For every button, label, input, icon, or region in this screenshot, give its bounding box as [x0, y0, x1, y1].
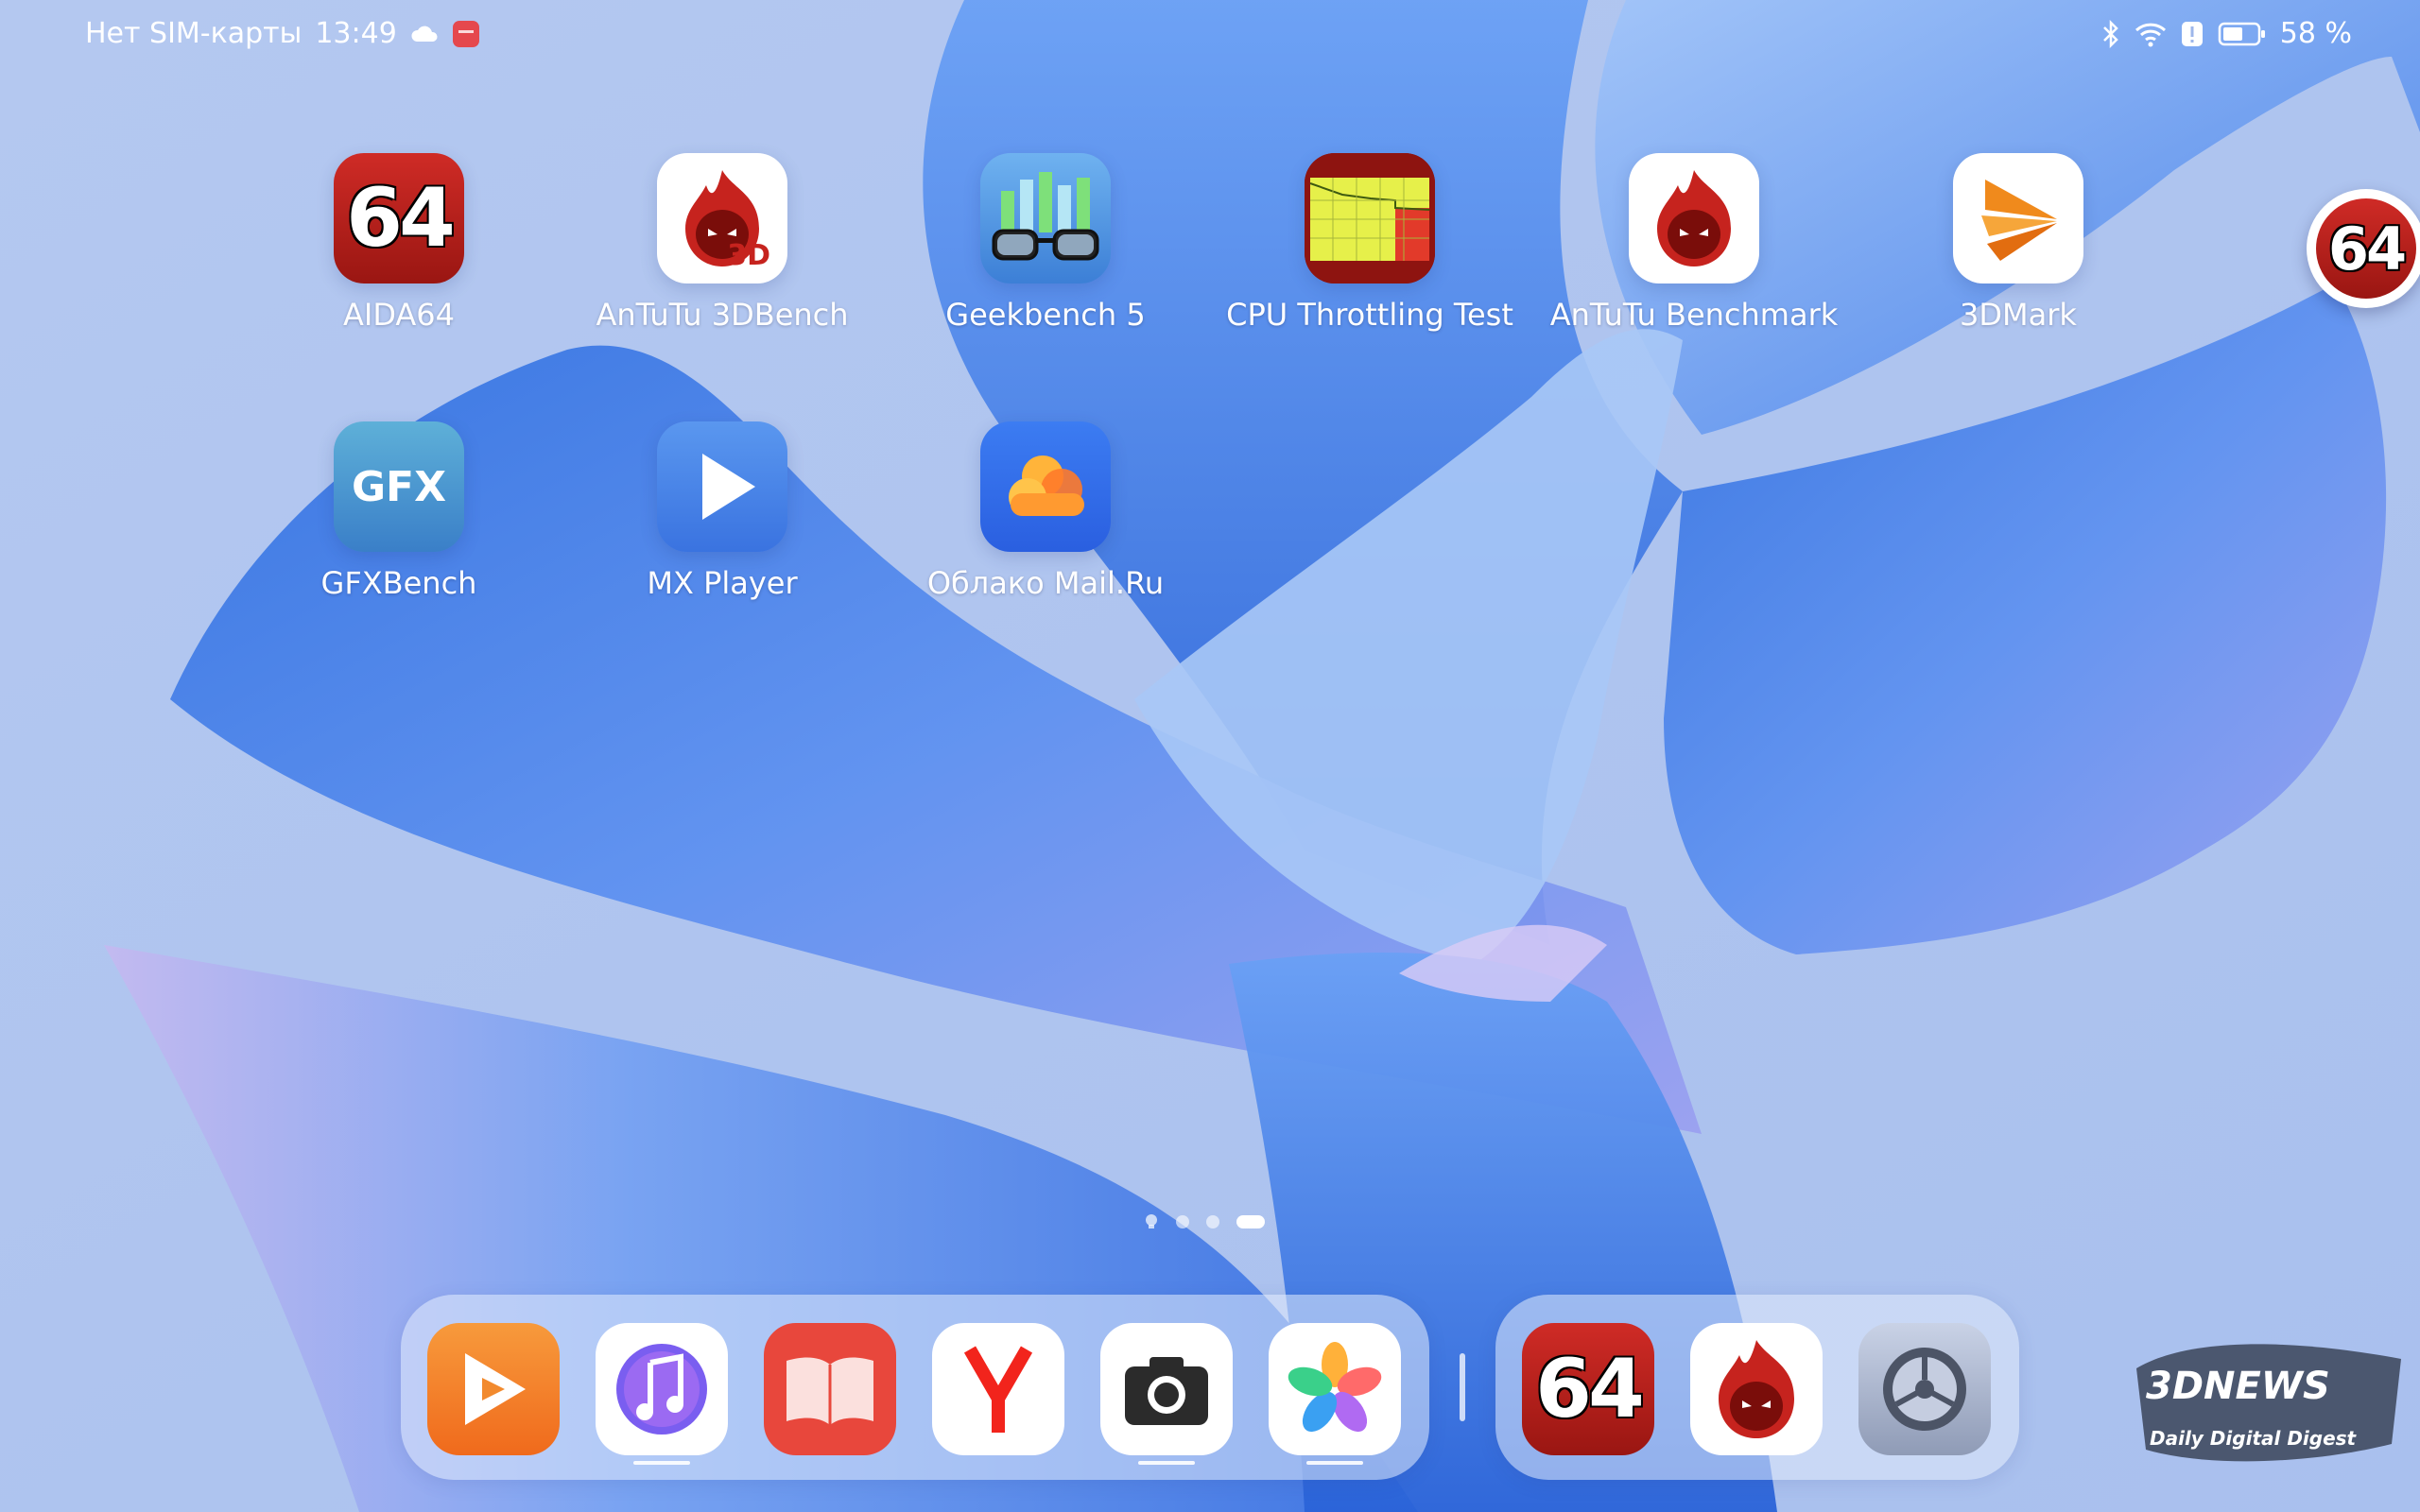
camera-glyph — [1125, 1357, 1208, 1425]
page-indicator[interactable] — [1144, 1213, 1265, 1230]
books-icon[interactable] — [764, 1323, 896, 1455]
antutu-flame-icon — [1657, 170, 1731, 266]
running-indicator — [1306, 1461, 1363, 1465]
app-label: CPU Throttling Test — [1226, 297, 1513, 333]
app-label: GFXBench — [320, 565, 477, 601]
running-indicator — [1138, 1461, 1195, 1465]
page-dot-active[interactable] — [1236, 1215, 1265, 1228]
app-mail-cloud[interactable]: Облако Mail.Ru — [894, 421, 1197, 601]
huawei-video-icon[interactable] — [427, 1323, 560, 1455]
aida64-icon: 64 — [334, 153, 464, 284]
mx-player-icon — [657, 421, 787, 552]
status-bar: Нет SIM-карты 13:49 58 % — [0, 0, 2420, 70]
gfx-text: GFX — [351, 462, 447, 511]
app-gfxbench[interactable]: GFX GFXBench — [248, 421, 550, 601]
app-label: AnTuTu Benchmark — [1549, 297, 1839, 333]
dock-separator — [1460, 1353, 1465, 1421]
gfxbench-icon: GFX — [334, 421, 464, 552]
page-dot[interactable] — [1206, 1215, 1219, 1228]
battery-icon — [2218, 22, 2265, 45]
antutu-icon[interactable] — [1690, 1323, 1823, 1455]
app-mx-player[interactable]: MX Player — [571, 421, 873, 601]
antutu-flame-glyph — [1719, 1340, 1794, 1438]
aida64-icon-text: 64 — [346, 171, 456, 266]
page-dot[interactable] — [1176, 1215, 1189, 1228]
play-icon — [702, 454, 755, 520]
cloud-icon — [1009, 455, 1084, 516]
app-cpu-throttling-test[interactable]: CPU Throttling Test — [1219, 153, 1521, 333]
bubble-text: 64 — [2327, 214, 2407, 284]
settings-icon[interactable] — [1858, 1323, 1991, 1455]
dock-recent: 64 — [1495, 1295, 2019, 1480]
app-label: 3DMark — [1960, 297, 2077, 333]
status-left: Нет SIM-карты 13:49 — [85, 17, 480, 50]
3d-badge: 3D — [727, 239, 770, 272]
app-label: AnTuTu 3DBench — [596, 297, 849, 333]
yandex-y-glyph — [963, 1346, 1033, 1433]
video-play-glyph — [465, 1353, 526, 1425]
gallery-flower-glyph — [1288, 1342, 1382, 1433]
app-antutu-3dbench[interactable]: 3D AnTuTu 3DBench — [571, 153, 873, 333]
app-label: AIDA64 — [342, 297, 455, 333]
floating-app-bubble[interactable]: 64 — [2307, 189, 2420, 308]
clock: 13:49 — [315, 17, 397, 50]
geekbench-glasses-icon — [992, 172, 1099, 261]
mail-cloud-icon — [980, 421, 1111, 552]
alert-icon — [2181, 21, 2203, 46]
cpu-throttling-icon — [1305, 153, 1435, 284]
dock-favorites — [401, 1295, 1429, 1480]
gallery-icon[interactable] — [1269, 1323, 1401, 1455]
app-aida64[interactable]: 64 AIDA64 — [248, 153, 550, 333]
status-right: 58 % — [2100, 17, 2352, 50]
watermark-tagline: Daily Digital Digest — [2150, 1427, 2357, 1450]
music-note-glyph — [616, 1344, 707, 1435]
running-indicator — [633, 1461, 690, 1465]
music-icon[interactable] — [596, 1323, 728, 1455]
gear-glyph — [1883, 1348, 1966, 1431]
app-antutu-benchmark[interactable]: AnTuTu Benchmark — [1543, 153, 1845, 333]
camera-icon[interactable] — [1100, 1323, 1233, 1455]
aida64-text: 64 — [1535, 1342, 1645, 1436]
yandex-browser-icon[interactable] — [932, 1323, 1064, 1455]
3dmark-icon — [1953, 153, 2083, 284]
antutu-3dbench-icon: 3D — [657, 153, 787, 284]
app-geekbench[interactable]: Geekbench 5 — [894, 153, 1197, 333]
cloud-icon — [411, 26, 438, 42]
geekbench-icon — [980, 153, 1111, 284]
antutu-icon — [1629, 153, 1759, 284]
hint-bulb-icon — [1146, 1214, 1157, 1228]
book-glyph — [786, 1357, 873, 1425]
app-label: Облако Mail.Ru — [926, 565, 1165, 601]
3dnews-watermark: 3DNEWS Daily Digital Digest — [2127, 1331, 2411, 1472]
battery-percent: 58 % — [2279, 17, 2352, 50]
aida64-icon[interactable]: 64 — [1522, 1323, 1654, 1455]
bluetooth-icon — [2102, 19, 2118, 48]
aida64-floating-icon: 64 — [2316, 198, 2416, 299]
carrier-text: Нет SIM-карты — [85, 17, 302, 50]
3dmark-arrow-icon — [1981, 180, 2057, 261]
throttling-graph-icon — [1305, 153, 1435, 284]
watermark-logo: 3DNEWS — [2146, 1365, 2330, 1408]
wifi-icon — [2135, 23, 2166, 46]
app-label: Geekbench 5 — [945, 297, 1146, 333]
app-3dmark[interactable]: 3DMark — [1867, 153, 2169, 333]
app-label: MX Player — [647, 565, 798, 601]
notification-app-icon — [452, 20, 479, 47]
